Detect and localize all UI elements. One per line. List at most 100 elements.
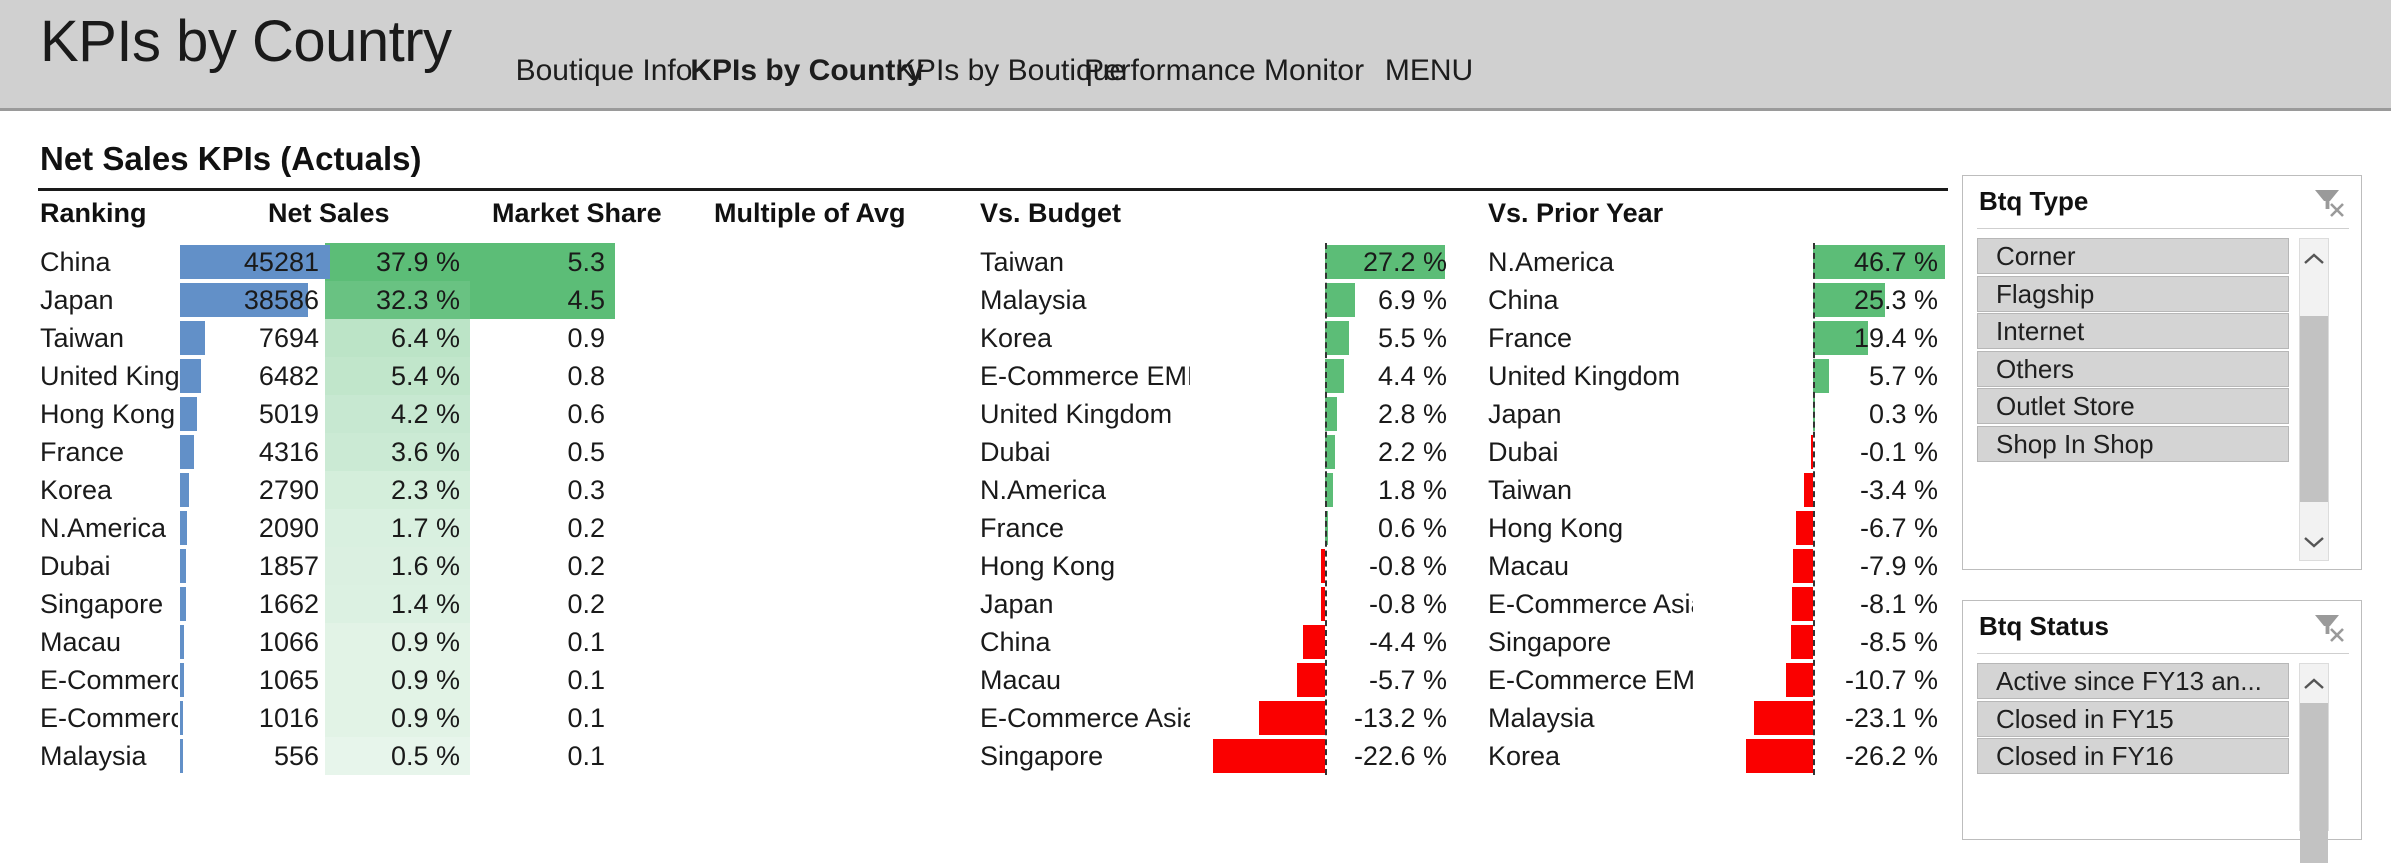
slicer-divider [1977,228,2349,229]
slicer-item-outlet-store[interactable]: Outlet Store [1977,388,2289,424]
slicer-scroll-thumb[interactable] [2300,703,2328,863]
delta-value: 19.4 % [1813,319,1938,357]
delta-value: -26.2 % [1813,737,1938,775]
nav-item-boutique-info[interactable]: Boutique Info [516,54,693,88]
net-sales-value: 4316 [180,433,319,471]
multiple-of-avg-value: 0.8 [470,357,605,395]
row-label-country: E-Commerce Asia [1488,585,1693,623]
table-row: China25.3 % [1488,281,1948,319]
row-label-country: Malaysia [980,281,1190,319]
row-label-country: Dubai [40,547,178,585]
chevron-down-icon[interactable] [2299,533,2329,553]
slicer-item-others[interactable]: Others [1977,351,2289,387]
table-row: E-Commerce EMEA -10.7 % [1488,661,1948,699]
row-label-country: Taiwan [980,243,1190,281]
nav-item-menu[interactable]: MENU [1385,54,1473,88]
slicer-item-internet[interactable]: Internet [1977,313,2289,349]
column-header-multiple-of-avg[interactable]: Multiple of Avg [714,198,905,229]
row-label-country: China [980,623,1190,661]
table-row: Hong Kong-0.8 % [980,547,1460,585]
row-label-country: E-Commerce Asia [980,699,1190,737]
row-label-country: N.America [40,509,178,547]
table-row: N.America1.8 % [980,471,1460,509]
slicer-item-closed-in-fy16[interactable]: Closed in FY16 [1977,738,2289,774]
column-header-ranking[interactable]: Ranking [40,198,147,229]
delta-value: 0.3 % [1813,395,1938,433]
row-label-country: Dubai [1488,433,1693,471]
table-row: E-Commerce Asia -13.2 % [980,699,1460,737]
row-label-country: Taiwan [1488,471,1693,509]
market-share-value: 0.9 % [325,699,460,737]
net-sales-value: 2790 [180,471,319,509]
row-label-country: E-Commerce EMEA [1488,661,1693,699]
row-label-country: Japan [980,585,1190,623]
nav-item-kpis-by-country[interactable]: KPIs by Country [690,54,923,88]
clear-filter-icon[interactable] [2313,188,2347,223]
table-row: Japan0.3 % [1488,395,1948,433]
net-sales-value: 1857 [180,547,319,585]
title-divider [38,188,1948,191]
negative-bar [1791,625,1813,659]
row-label-country: Hong Kong [40,395,178,433]
net-sales-ranking-table: China4528137.9 %5.3Japan3858632.3 %4.5Ta… [40,243,940,775]
slicer-scroll-thumb[interactable] [2300,316,2328,502]
table-row: Japan3858632.3 %4.5 [40,281,940,319]
delta-value: 2.8 % [1325,395,1447,433]
row-label-country: Korea [980,319,1190,357]
multiple-of-avg-value: 0.3 [470,471,605,509]
row-label-country: France [40,433,178,471]
market-share-value: 4.2 % [325,395,460,433]
net-sales-value: 45281 [180,243,319,281]
column-header-net-sales[interactable]: Net Sales [268,198,390,229]
row-label-country: France [1488,319,1693,357]
negative-bar [1754,701,1813,735]
market-share-value: 0.5 % [325,737,460,775]
table-row: E-Commerce Asia10160.9 %0.1 [40,699,940,737]
row-label-country: Macau [40,623,178,661]
negative-bar [1213,739,1325,773]
negative-bar [1804,473,1813,507]
table-row: E-Commerce Asia-8.1 % [1488,585,1948,623]
table-row: E-Commerce EMEA4.4 % [980,357,1460,395]
table-row: Korea27902.3 %0.3 [40,471,940,509]
clear-filter-icon[interactable] [2313,613,2347,648]
table-row: Malaysia 6.9 % [980,281,1460,319]
negative-bar [1746,739,1813,773]
delta-value: -10.7 % [1813,661,1938,699]
chevron-up-icon[interactable] [2299,675,2329,695]
negative-bar [1793,549,1813,583]
slicer-item-shop-in-shop[interactable]: Shop In Shop [1977,426,2289,462]
delta-value: 46.7 % [1813,243,1938,281]
slicer-item-closed-in-fy15[interactable]: Closed in FY15 [1977,701,2289,737]
delta-value: -13.2 % [1325,699,1447,737]
market-share-value: 2.3 % [325,471,460,509]
delta-value: 6.9 % [1325,281,1447,319]
table-row: China-4.4 % [980,623,1460,661]
multiple-of-avg-value: 0.9 [470,319,605,357]
chevron-up-icon[interactable] [2299,250,2329,270]
slicer-item-active-since-fy13-an[interactable]: Active since FY13 an... [1977,663,2289,699]
slicer-item-flagship[interactable]: Flagship [1977,276,2289,312]
nav-item-performance-monitor[interactable]: Performance Monitor [1084,54,1364,88]
table-row: E-Commerce EMEA10650.9 %0.1 [40,661,940,699]
column-header-vs-budget[interactable]: Vs. Budget [980,198,1121,229]
row-label-country: E-Commerce EMEA [40,661,178,699]
net-sales-value: 556 [180,737,319,775]
delta-value: 0.6 % [1325,509,1447,547]
delta-value: 25.3 % [1813,281,1938,319]
column-header-vs-prior-year[interactable]: Vs. Prior Year [1488,198,1663,229]
row-label-country: United Kingdom [1488,357,1693,395]
delta-value: -3.4 % [1813,471,1938,509]
row-label-country: Hong Kong [1488,509,1693,547]
net-sales-value: 1016 [180,699,319,737]
table-row: United Kingdom2.8 % [980,395,1460,433]
multiple-of-avg-value: 0.5 [470,433,605,471]
slicer-item-corner[interactable]: Corner [1977,238,2289,274]
market-share-value: 1.4 % [325,585,460,623]
column-header-market-share[interactable]: Market Share [492,198,662,229]
net-sales-value: 5019 [180,395,319,433]
multiple-of-avg-value: 0.1 [470,623,605,661]
multiple-of-avg-value: 0.1 [470,661,605,699]
table-row: Macau-7.9 % [1488,547,1948,585]
net-sales-value: 7694 [180,319,319,357]
